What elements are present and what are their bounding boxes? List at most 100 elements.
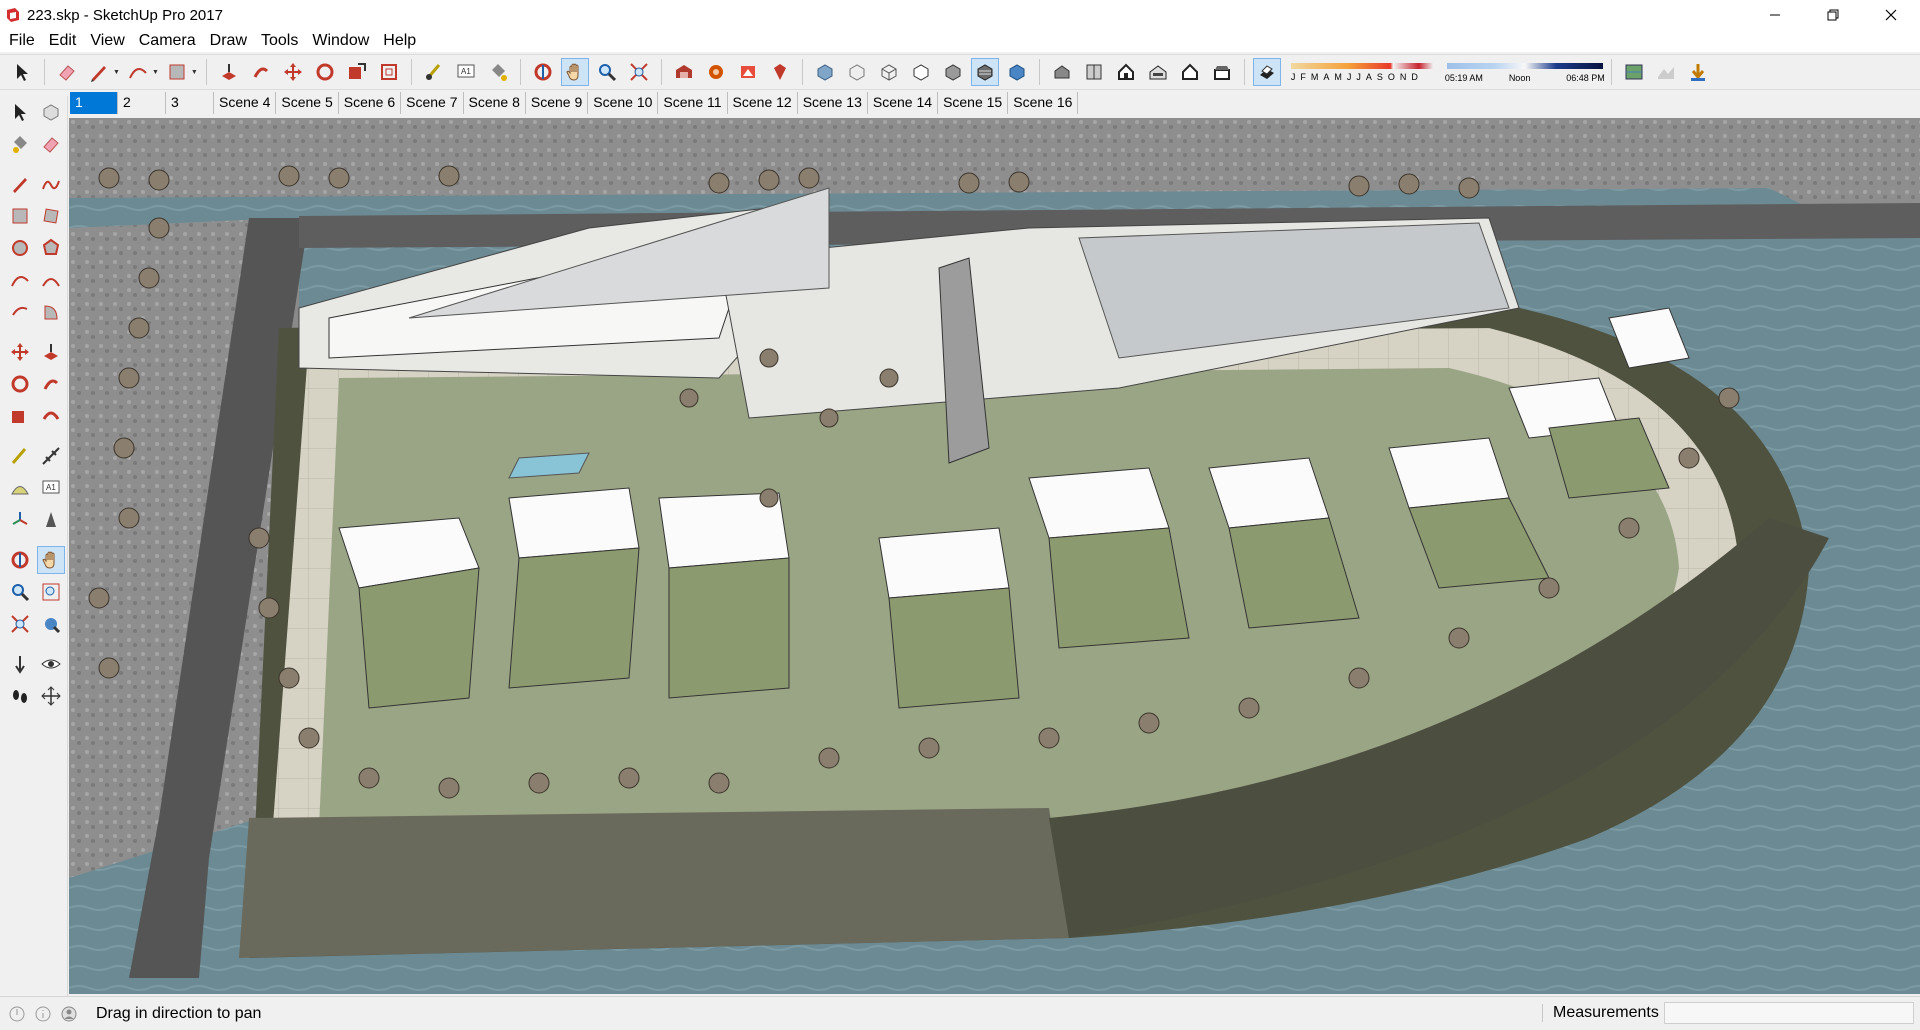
dimension-tool[interactable] xyxy=(38,442,66,470)
rotated-rectangle-tool[interactable] xyxy=(38,202,66,230)
rotate-tool[interactable] xyxy=(6,370,34,398)
style-shaded-textures-button[interactable] xyxy=(970,58,999,86)
line-tool[interactable] xyxy=(85,58,113,86)
scene-tab[interactable]: 2 xyxy=(118,92,166,114)
menu-help[interactable]: Help xyxy=(376,30,423,52)
eraser-tool[interactable] xyxy=(53,58,81,86)
3d-text-tool[interactable] xyxy=(38,506,66,534)
style-monochrome-button[interactable] xyxy=(1003,58,1031,86)
style-xray-button[interactable] xyxy=(811,58,839,86)
offset-tool[interactable] xyxy=(38,402,66,430)
extension-warehouse-button[interactable] xyxy=(702,58,730,86)
polygon-tool[interactable] xyxy=(38,234,66,262)
scene-tab[interactable]: Scene 16 xyxy=(1008,92,1079,114)
scene-tab[interactable]: Scene 13 xyxy=(797,92,868,114)
position-camera-tool[interactable] xyxy=(6,650,34,678)
scene-tab[interactable]: Scene 4 xyxy=(214,92,277,114)
style-shaded-button[interactable] xyxy=(939,58,967,86)
tape-measure-tool[interactable] xyxy=(420,58,448,86)
scene-tab[interactable]: Scene 11 xyxy=(658,92,728,114)
previous-view-tool[interactable] xyxy=(38,610,66,638)
shadows-toggle[interactable] xyxy=(1252,58,1281,86)
rectangle-tool[interactable] xyxy=(163,58,191,86)
close-button[interactable] xyxy=(1862,0,1920,30)
scene-tab[interactable]: 3 xyxy=(166,92,214,114)
scene-tab[interactable]: Scene 9 xyxy=(525,92,589,114)
3d-warehouse-button[interactable] xyxy=(670,58,698,86)
dropdown-arrow-icon[interactable]: ▼ xyxy=(191,69,198,76)
time-slider[interactable]: 05:19 AM Noon 06:48 PM xyxy=(1445,57,1605,87)
dropdown-arrow-icon[interactable]: ▼ xyxy=(152,69,159,76)
scale-tool[interactable] xyxy=(6,402,34,430)
move-tool[interactable] xyxy=(6,338,34,366)
style-hidden-line-button[interactable] xyxy=(907,58,935,86)
circle-tool[interactable] xyxy=(6,234,34,262)
freehand-tool[interactable] xyxy=(38,170,66,198)
zoom-extents-tool[interactable] xyxy=(6,610,34,638)
2-point-arc-tool[interactable] xyxy=(38,266,66,294)
menu-window[interactable]: Window xyxy=(305,30,376,52)
view-iso-button[interactable] xyxy=(1048,58,1076,86)
make-component-tool[interactable] xyxy=(38,98,66,126)
view-top-button[interactable] xyxy=(1080,58,1108,86)
walk-tool[interactable] xyxy=(6,682,34,710)
toggle-terrain-button[interactable] xyxy=(1652,58,1680,86)
extension-manager-button[interactable] xyxy=(766,58,794,86)
pie-tool[interactable] xyxy=(38,298,66,326)
measurements-input[interactable] xyxy=(1664,1002,1914,1024)
menu-tools[interactable]: Tools xyxy=(254,30,305,52)
zoom-window-tool[interactable] xyxy=(38,578,66,606)
view-right-button[interactable] xyxy=(1144,58,1172,86)
scale-tool[interactable] xyxy=(343,58,371,86)
select-tool[interactable] xyxy=(6,98,34,126)
user-account-icon[interactable] xyxy=(60,1005,78,1023)
3-point-arc-tool[interactable] xyxy=(6,298,34,326)
menu-draw[interactable]: Draw xyxy=(203,30,254,52)
arc-tool[interactable] xyxy=(6,266,34,294)
scene-tab[interactable]: Scene 12 xyxy=(727,92,798,114)
scene-tab[interactable]: Scene 7 xyxy=(401,92,464,114)
menu-file[interactable]: File xyxy=(2,30,42,52)
orbit-tool[interactable] xyxy=(6,546,33,574)
view-left-button[interactable] xyxy=(1208,58,1236,86)
follow-me-tool[interactable] xyxy=(247,58,275,86)
geo-location-icon[interactable] xyxy=(8,1005,26,1023)
text-tool[interactable]: A1 xyxy=(38,474,66,502)
look-around-tool[interactable] xyxy=(38,650,66,678)
dropdown-arrow-icon[interactable]: ▼ xyxy=(113,69,120,76)
orbit-tool[interactable] xyxy=(529,58,557,86)
minimize-button[interactable] xyxy=(1746,0,1804,30)
push-pull-tool[interactable] xyxy=(38,338,66,366)
offset-tool[interactable] xyxy=(375,58,403,86)
scene-tab[interactable]: 1 xyxy=(70,92,118,114)
scene-tab[interactable]: Scene 8 xyxy=(463,92,526,114)
text-tool[interactable]: A1 xyxy=(452,58,480,86)
add-location-button[interactable] xyxy=(1620,58,1648,86)
photo-texture-button[interactable] xyxy=(1684,58,1712,86)
scene-tab[interactable]: Scene 10 xyxy=(588,92,659,114)
push-pull-tool[interactable] xyxy=(215,58,243,86)
tape-measure-tool[interactable] xyxy=(6,442,34,470)
move-tool[interactable] xyxy=(279,58,307,86)
style-wireframe-button[interactable] xyxy=(875,58,903,86)
arc-tool[interactable] xyxy=(124,58,152,86)
follow-me-tool[interactable] xyxy=(38,370,66,398)
share-model-button[interactable] xyxy=(734,58,762,86)
rectangle-tool[interactable] xyxy=(6,202,34,230)
scene-tab[interactable]: Scene 14 xyxy=(867,92,939,114)
view-front-button[interactable] xyxy=(1112,58,1140,86)
zoom-tool[interactable] xyxy=(593,58,621,86)
menu-camera[interactable]: Camera xyxy=(132,30,203,52)
scene-tab[interactable]: Scene 5 xyxy=(276,92,339,114)
paint-bucket-tool[interactable] xyxy=(484,58,512,86)
zoom-extents-tool[interactable] xyxy=(625,58,653,86)
axes-tool[interactable] xyxy=(6,506,34,534)
eraser-tool[interactable] xyxy=(38,130,66,158)
month-slider[interactable]: J F M A M J J A S O N D xyxy=(1287,57,1437,87)
pan-tool[interactable] xyxy=(560,58,589,86)
restore-button[interactable] xyxy=(1804,0,1862,30)
select-tool[interactable] xyxy=(8,58,36,86)
zoom-tool[interactable] xyxy=(6,578,34,606)
menu-edit[interactable]: Edit xyxy=(42,30,84,52)
scene-tab[interactable]: Scene 6 xyxy=(338,92,402,114)
